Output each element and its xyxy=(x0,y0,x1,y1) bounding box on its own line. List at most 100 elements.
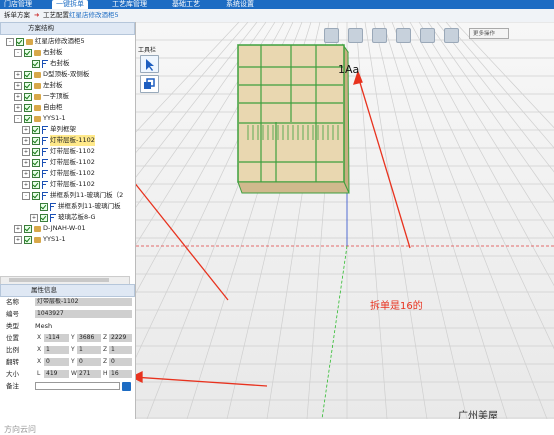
tree-node[interactable]: + 灯带层板-1102 xyxy=(22,179,95,190)
node-checkbox[interactable] xyxy=(32,59,40,68)
tree-node[interactable]: + 灯带层板-1102 xyxy=(22,157,95,168)
node-checkbox[interactable] xyxy=(16,37,24,46)
fullscreen-icon[interactable] xyxy=(444,28,459,43)
collapse-toggle-icon[interactable]: - xyxy=(14,48,22,57)
tree-node[interactable]: + 左封板 xyxy=(14,80,63,91)
tab-store[interactable]: 门店管理 xyxy=(4,0,32,9)
node-checkbox[interactable] xyxy=(32,169,40,178)
node-checkbox[interactable] xyxy=(32,158,40,167)
tree-node[interactable]: 右封板 xyxy=(22,58,70,69)
crumb-3[interactable]: 红星店修改酒柜5 xyxy=(69,9,119,22)
size-h-field[interactable]: 16 xyxy=(109,370,132,378)
code-field[interactable]: 1043927 xyxy=(35,310,132,318)
rot-y-field[interactable]: 0 xyxy=(77,358,101,366)
collapse-toggle-icon[interactable]: - xyxy=(22,191,30,200)
tree-node[interactable]: + 自由柜 xyxy=(14,102,63,113)
node-checkbox[interactable] xyxy=(24,235,32,244)
node-checkbox[interactable] xyxy=(32,191,40,200)
tree-node[interactable]: + 玻璃芯板8-G xyxy=(30,212,96,223)
crumb-2[interactable]: 工艺配置 xyxy=(43,9,69,22)
note-save-icon[interactable] xyxy=(122,382,131,391)
node-checkbox[interactable] xyxy=(32,180,40,189)
cube-view-icon[interactable] xyxy=(324,28,339,43)
more-actions-select[interactable]: 更多操作 xyxy=(469,28,509,39)
tree-node[interactable]: - 红星店修改酒柜5 xyxy=(6,36,85,47)
tree-node[interactable]: 拼框系列11-玻璃门板 xyxy=(30,201,121,212)
dimension-label: 1Aa xyxy=(338,63,359,76)
node-checkbox[interactable] xyxy=(24,103,32,112)
rot-x-field[interactable]: 0 xyxy=(44,358,69,366)
select-pointer-icon[interactable] xyxy=(140,55,159,73)
tree-node[interactable]: + 一字顶板 xyxy=(14,91,69,102)
collapse-toggle-icon[interactable]: - xyxy=(6,37,14,46)
front-view-icon[interactable] xyxy=(396,28,411,43)
tree-node[interactable]: - 右封板 xyxy=(14,47,63,58)
collapse-toggle-icon[interactable]: - xyxy=(14,114,22,123)
expand-toggle-icon[interactable]: + xyxy=(22,158,30,167)
node-checkbox[interactable] xyxy=(24,70,32,79)
tree-node[interactable]: - YYS1-1 xyxy=(14,113,66,124)
pos-z-field[interactable]: 2229 xyxy=(109,334,132,342)
fit-view-icon[interactable] xyxy=(420,28,435,43)
copy-tool-icon[interactable] xyxy=(140,75,159,93)
breadcrumb: 拆单方案 ➜ 工艺配置 红星店修改酒柜5 xyxy=(0,9,554,23)
expand-toggle-icon[interactable]: + xyxy=(22,147,30,156)
scale-x-field[interactable]: 1 xyxy=(44,346,69,354)
node-checkbox[interactable] xyxy=(24,81,32,90)
code-label: 编号 xyxy=(6,310,19,318)
size-l-field[interactable]: 419 xyxy=(44,370,69,378)
cabinet-model[interactable] xyxy=(237,43,350,194)
node-checkbox[interactable] xyxy=(40,202,48,211)
node-checkbox[interactable] xyxy=(24,48,32,57)
tab-craft-lib[interactable]: 工艺库管理 xyxy=(112,0,147,9)
part-icon xyxy=(42,180,48,189)
expand-toggle-icon[interactable]: + xyxy=(22,169,30,178)
scroll-thumb[interactable] xyxy=(9,278,109,282)
rot-z-field[interactable]: 0 xyxy=(109,358,132,366)
tree-node-label: 灯带层板-1102 xyxy=(50,180,95,188)
size-w-field[interactable]: 271 xyxy=(77,370,101,378)
note-field[interactable] xyxy=(35,382,120,390)
folder-icon xyxy=(34,225,41,232)
part-icon xyxy=(50,202,56,211)
tree-node[interactable]: - 拼框系列11-玻璃门板（2 xyxy=(22,190,123,201)
tree-node[interactable]: + 单列框架 xyxy=(22,124,76,135)
tab-settings[interactable]: 系统设置 xyxy=(226,0,254,9)
node-checkbox[interactable] xyxy=(24,114,32,123)
node-checkbox[interactable] xyxy=(32,136,40,145)
expand-toggle-icon[interactable]: + xyxy=(14,235,22,244)
tree-node[interactable]: + YYS1-1 xyxy=(14,234,66,245)
scene-canvas[interactable]: 1Aa xyxy=(136,22,554,419)
expand-toggle-icon[interactable]: + xyxy=(30,213,38,222)
crumb-1[interactable]: 拆单方案 xyxy=(4,9,30,22)
expand-toggle-icon[interactable]: + xyxy=(14,92,22,101)
tree-node[interactable]: + 灯带层板-1102 xyxy=(22,135,95,146)
tab-basic-craft[interactable]: 基础工艺 xyxy=(172,0,200,9)
expand-toggle-icon[interactable]: + xyxy=(22,125,30,134)
expand-toggle-icon[interactable]: + xyxy=(14,81,22,90)
tab-one-click[interactable]: 一键拆单 xyxy=(52,0,88,9)
expand-toggle-icon[interactable]: + xyxy=(22,180,30,189)
pos-x-field[interactable]: -114 xyxy=(44,334,69,342)
expand-toggle-icon[interactable]: + xyxy=(14,224,22,233)
toolbox-title: 工具栏 xyxy=(138,47,157,54)
node-checkbox[interactable] xyxy=(40,213,48,222)
3d-viewport[interactable]: 1Aa 更多操作 工具栏 拆单是16的 广州美屋 xyxy=(136,22,554,419)
scale-z-field[interactable]: 1 xyxy=(109,346,132,354)
node-checkbox[interactable] xyxy=(32,147,40,156)
name-field[interactable]: 灯带层板-1102 xyxy=(35,298,132,306)
pos-y-field[interactable]: 3686 xyxy=(77,334,101,342)
expand-toggle-icon[interactable]: + xyxy=(14,103,22,112)
wire-view-icon[interactable] xyxy=(372,28,387,43)
tree-node[interactable]: + D型顶板-双侧板 xyxy=(14,69,89,80)
expand-toggle-icon[interactable]: + xyxy=(22,136,30,145)
expand-toggle-icon[interactable]: + xyxy=(14,70,22,79)
grid-view-icon[interactable] xyxy=(348,28,363,43)
node-checkbox[interactable] xyxy=(24,92,32,101)
scale-y-field[interactable]: 1 xyxy=(77,346,101,354)
node-checkbox[interactable] xyxy=(32,125,40,134)
tree-node[interactable]: + 灯带层板-1102 xyxy=(22,146,95,157)
tree-node[interactable]: + D-JNAH-W-01 xyxy=(14,223,86,234)
tree-node[interactable]: + 灯带层板-1102 xyxy=(22,168,95,179)
node-checkbox[interactable] xyxy=(24,224,32,233)
